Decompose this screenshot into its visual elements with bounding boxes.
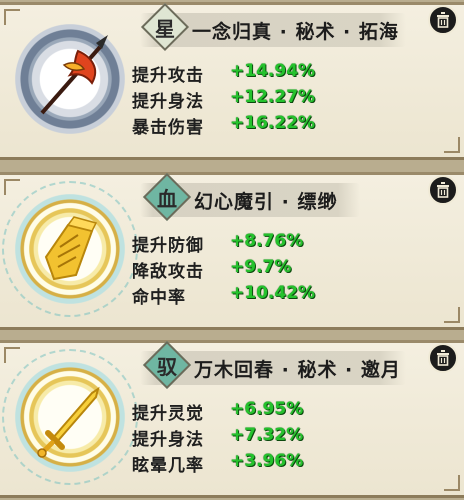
stat-row: 提升防御 +8.76%: [132, 231, 332, 257]
stat-row: 降敌攻击 +9.7%: [132, 257, 332, 283]
skill-card-1[interactable]: 星 一念归真 · 秘术 · 拓海 提升攻击 +14.94% 提升身法 +12.2…: [0, 2, 464, 160]
golden-sword-icon: [37, 386, 100, 458]
stat-value: +16.22%: [230, 113, 316, 133]
skill-medallion: [2, 349, 138, 485]
trash-icon: [437, 12, 449, 28]
stat-row: 提升灵觉 +6.95%: [132, 399, 332, 425]
stat-list: 提升防御 +8.76% 降敌攻击 +9.7% 命中率 +10.42%: [132, 231, 332, 309]
stat-row: 提升身法 +12.27%: [132, 87, 332, 113]
delete-button[interactable]: [428, 175, 458, 205]
stat-value: +6.95%: [230, 399, 304, 419]
stat-label: 提升灵觉: [132, 404, 204, 424]
skill-medallion: [8, 17, 132, 141]
trash-icon: [437, 350, 449, 366]
stat-value: +9.7%: [230, 257, 292, 277]
stat-label: 提升身法: [132, 92, 204, 112]
stat-value: +10.42%: [230, 283, 316, 303]
skill-medallion: [2, 181, 138, 317]
stat-value: +12.27%: [230, 87, 316, 107]
stat-row: 暴击伤害 +16.22%: [132, 113, 332, 139]
stat-list: 提升攻击 +14.94% 提升身法 +12.27% 暴击伤害 +16.22%: [132, 61, 332, 139]
skill-card-3[interactable]: 驭 万木回春 · 秘术 · 邀月 提升灵觉 +6.95% 提升身法 +7.32%…: [0, 340, 464, 498]
badge-label: 驭: [157, 355, 177, 379]
skill-title: 万木回春 · 秘术 · 邀月: [194, 359, 401, 381]
stat-label: 提升防御: [132, 236, 204, 256]
flame-spear-icon: [40, 35, 108, 115]
stat-value: +8.76%: [230, 231, 304, 251]
stat-label: 降敌攻击: [132, 262, 204, 282]
stat-row: 命中率 +10.42%: [132, 283, 332, 309]
badge-label: 血: [157, 187, 177, 211]
stat-value: +7.32%: [230, 425, 304, 445]
stat-label: 眩晕几率: [132, 456, 204, 476]
skill-card-2[interactable]: 血 幻心魔引 · 缥缈 提升防御 +8.76% 降敌攻击 +9.7% 命中率 +…: [0, 172, 464, 330]
stat-value: +14.94%: [230, 61, 316, 81]
golden-scroll-icon: [44, 216, 98, 281]
stat-row: 提升身法 +7.32%: [132, 425, 332, 451]
delete-button[interactable]: [428, 5, 458, 35]
stat-list: 提升灵觉 +6.95% 提升身法 +7.32% 眩晕几率 +3.96%: [132, 399, 332, 477]
delete-button[interactable]: [428, 343, 458, 373]
stat-label: 暴击伤害: [132, 118, 204, 138]
trash-icon: [437, 182, 449, 198]
skill-title: 一念归真 · 秘术 · 拓海: [192, 21, 399, 43]
stat-row: 眩晕几率 +3.96%: [132, 451, 332, 477]
stat-value: +3.96%: [230, 451, 304, 471]
stat-label: 提升攻击: [132, 66, 204, 86]
stat-label: 命中率: [132, 288, 186, 308]
stat-row: 提升攻击 +14.94%: [132, 61, 332, 87]
stat-label: 提升身法: [132, 430, 204, 450]
skill-title: 幻心魔引 · 缥缈: [194, 191, 338, 213]
badge-label: 星: [155, 17, 175, 41]
